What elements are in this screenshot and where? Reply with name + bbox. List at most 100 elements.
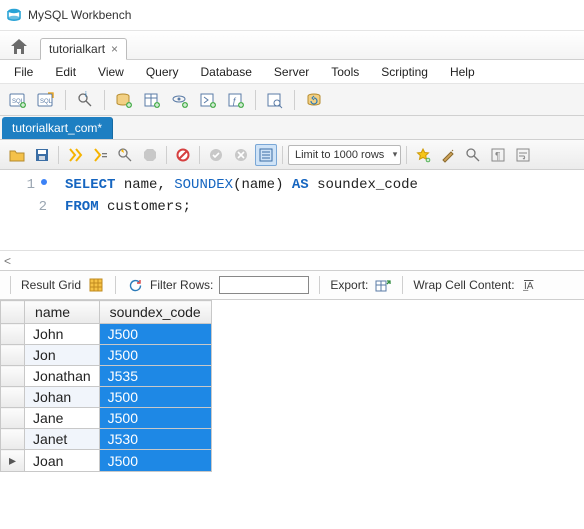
close-icon[interactable]: × [111, 42, 118, 56]
db-view-icon[interactable] [168, 88, 192, 112]
search-table-icon[interactable] [263, 88, 287, 112]
open-sql-script-icon[interactable]: SQL [34, 88, 58, 112]
cell-soundex[interactable]: J530 [99, 429, 211, 450]
cell-soundex[interactable]: J535 [99, 366, 211, 387]
db-reconnect-icon[interactable] [302, 88, 326, 112]
row-marker [1, 324, 25, 345]
table-row[interactable]: ▸ Joan J500 [1, 450, 212, 472]
grid-header-row: name soundex_code [1, 301, 212, 324]
invisible-chars-icon[interactable]: ¶ [487, 144, 509, 166]
menu-query[interactable]: Query [136, 63, 189, 81]
execute-current-icon[interactable] [89, 144, 111, 166]
filter-rows-input[interactable] [219, 276, 309, 294]
export-label: Export: [330, 278, 368, 292]
editor-toolbar: Limit to 1000 rows ¶ [0, 140, 584, 170]
main-toolbar: SQL SQL i ƒ [0, 84, 584, 116]
menu-scripting[interactable]: Scripting [371, 63, 438, 81]
beautify-icon[interactable] [437, 144, 459, 166]
cell-name[interactable]: John [25, 324, 100, 345]
refresh-icon[interactable] [126, 276, 144, 294]
wrap-icon[interactable] [512, 144, 534, 166]
favorite-icon[interactable] [412, 144, 434, 166]
cell-name[interactable]: Jonathan [25, 366, 100, 387]
menu-file[interactable]: File [4, 63, 43, 81]
column-header-soundex[interactable]: soundex_code [99, 301, 211, 324]
menu-view[interactable]: View [88, 63, 134, 81]
cell-name[interactable]: Jon [25, 345, 100, 366]
app-title: MySQL Workbench [28, 8, 131, 22]
code-line-1: SELECT name, SOUNDEX(name) AS soundex_co… [65, 174, 418, 196]
editor-tab-label: tutorialkart_com* [12, 121, 102, 135]
menu-database[interactable]: Database [191, 63, 262, 81]
open-file-icon[interactable] [6, 144, 28, 166]
svg-text:i: i [85, 91, 87, 99]
row-marker [1, 429, 25, 450]
cell-soundex[interactable]: J500 [99, 450, 211, 472]
no-limit-icon[interactable] [172, 144, 194, 166]
stop-icon[interactable] [139, 144, 161, 166]
column-header-name[interactable]: name [25, 301, 100, 324]
connection-tab-label: tutorialkart [49, 42, 105, 56]
toolbar-separator [58, 146, 59, 164]
save-icon[interactable] [31, 144, 53, 166]
result-grid-icon[interactable] [87, 276, 105, 294]
toolbar-separator [294, 90, 295, 110]
table-row[interactable]: Johan J500 [1, 387, 212, 408]
row-limit-select[interactable]: Limit to 1000 rows [288, 145, 401, 165]
db-proc-icon[interactable] [196, 88, 220, 112]
wrap-cell-icon[interactable]: I̲A [521, 276, 539, 294]
new-sql-tab-icon[interactable]: SQL [6, 88, 30, 112]
row-marker [1, 387, 25, 408]
filter-rows-label: Filter Rows: [150, 278, 213, 292]
editor-tab-active[interactable]: tutorialkart_com* [2, 117, 113, 139]
toolbar-separator [255, 90, 256, 110]
cell-soundex[interactable]: J500 [99, 345, 211, 366]
navigator-tabs: tutorialkart × [0, 30, 584, 60]
cell-name[interactable]: Joan [25, 450, 100, 472]
table-row[interactable]: Janet J530 [1, 429, 212, 450]
horizontal-scroll[interactable]: < [0, 250, 584, 270]
db-func-icon[interactable]: ƒ [224, 88, 248, 112]
table-row[interactable]: Jon J500 [1, 345, 212, 366]
toolbar-separator [104, 90, 105, 110]
menu-server[interactable]: Server [264, 63, 319, 81]
cell-soundex[interactable]: J500 [99, 408, 211, 429]
editor-code[interactable]: SELECT name, SOUNDEX(name) AS soundex_co… [55, 170, 418, 250]
cell-name[interactable]: Janet [25, 429, 100, 450]
explain-icon[interactable] [114, 144, 136, 166]
connection-tab[interactable]: tutorialkart × [40, 38, 127, 60]
cell-soundex[interactable]: J500 [99, 324, 211, 345]
toolbar-separator [10, 276, 11, 294]
scroll-left-icon[interactable]: < [4, 254, 11, 268]
export-icon[interactable] [374, 276, 392, 294]
result-grid-label: Result Grid [21, 278, 81, 292]
menubar: File Edit View Query Database Server Too… [0, 60, 584, 84]
cell-name[interactable]: Johan [25, 387, 100, 408]
menu-tools[interactable]: Tools [321, 63, 369, 81]
svg-text:I̲A: I̲A [523, 281, 534, 292]
cell-name[interactable]: Jane [25, 408, 100, 429]
find-icon[interactable] [462, 144, 484, 166]
commit-icon[interactable] [205, 144, 227, 166]
db-table-icon[interactable] [140, 88, 164, 112]
rollback-icon[interactable] [230, 144, 252, 166]
menu-edit[interactable]: Edit [45, 63, 86, 81]
editor-gutter: 1 2 [0, 170, 55, 250]
row-marker [1, 345, 25, 366]
menu-help[interactable]: Help [440, 63, 485, 81]
inspector-icon[interactable]: i [73, 88, 97, 112]
db-create-icon[interactable] [112, 88, 136, 112]
toolbar-separator [115, 276, 116, 294]
home-icon[interactable] [6, 35, 32, 59]
table-row[interactable]: Jane J500 [1, 408, 212, 429]
toolbar-separator [282, 146, 283, 164]
sql-editor[interactable]: 1 2 SELECT name, SOUNDEX(name) AS sounde… [0, 170, 584, 250]
table-row[interactable]: John J500 [1, 324, 212, 345]
titlebar: MySQL Workbench [0, 0, 584, 30]
autocommit-toggle-icon[interactable] [255, 144, 277, 166]
editor-tabs: tutorialkart_com* [0, 116, 584, 140]
execute-icon[interactable] [64, 144, 86, 166]
table-row[interactable]: Jonathan J535 [1, 366, 212, 387]
result-grid[interactable]: name soundex_code John J500 Jon J500 Jon… [0, 300, 212, 472]
cell-soundex[interactable]: J500 [99, 387, 211, 408]
